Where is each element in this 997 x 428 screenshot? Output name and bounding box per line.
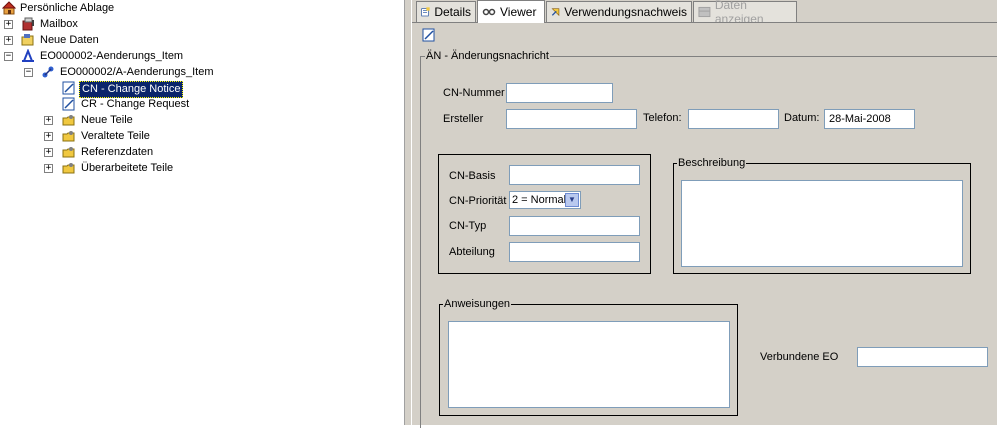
tree-item-label: Veraltete Teile <box>81 130 150 142</box>
beschreibung-textarea[interactable] <box>681 180 963 267</box>
expand-icon[interactable]: + <box>4 20 13 29</box>
cn-prioritaet-label: CN-Priorität <box>449 195 507 207</box>
collapse-icon[interactable]: − <box>24 68 33 77</box>
viewer-content: ÄN - Änderungsnachricht CN-Nummer Erstel… <box>414 23 997 428</box>
anweisungen-title: Anweisungen <box>443 298 512 311</box>
expand-icon[interactable]: + <box>44 116 53 125</box>
pseudo-folder-icon <box>62 147 75 158</box>
datum-label: Datum: <box>784 112 820 124</box>
expand-icon[interactable]: + <box>44 132 53 141</box>
expand-icon[interactable]: + <box>44 164 53 173</box>
form-icon <box>62 81 75 95</box>
ersteller-label: Ersteller <box>443 113 484 125</box>
tree-item-label: Neue Teile <box>81 114 133 126</box>
ersteller-field[interactable] <box>506 109 637 129</box>
main-group-title: ÄN - Änderungsnachricht <box>425 50 550 63</box>
revision-icon <box>42 66 54 78</box>
edit-icon[interactable] <box>422 28 436 42</box>
expand-icon[interactable]: + <box>44 148 53 157</box>
folder-icon <box>21 34 34 46</box>
telefon-label: Telefon: <box>643 112 682 124</box>
pseudo-folder-icon <box>62 163 75 174</box>
tree-item-label: Überarbeitete Teile <box>81 162 174 174</box>
datum-field[interactable]: 28-Mai-2008 <box>824 109 915 129</box>
abteilung-field[interactable] <box>509 242 640 262</box>
tree-item-label: EO000002/A-Aenderungs_Item <box>60 66 214 78</box>
tree-item-label: Persönliche Ablage <box>20 2 115 14</box>
tree-item-label: Referenzdaten <box>81 146 154 158</box>
tab-details[interactable]: Details <box>416 1 476 22</box>
cn-typ-label: CN-Typ <box>449 220 487 232</box>
show-data-icon <box>698 6 711 18</box>
cn-basis-field[interactable] <box>509 165 640 185</box>
form-icon <box>62 97 75 111</box>
tab-verwendungsnachweis[interactable]: Verwendungsnachweis <box>546 1 692 22</box>
verbundene-eo-field[interactable] <box>857 347 988 367</box>
change-item-icon <box>22 49 34 62</box>
where-used-icon <box>551 8 560 17</box>
detail-panel: Details Viewer Verwendungsnachweis Daten… <box>412 0 997 428</box>
anweisungen-group: Anweisungen <box>439 298 738 416</box>
tab-label: Verwendungsnachweis <box>564 5 687 19</box>
tree-item-label: Neue Daten <box>40 34 99 46</box>
tab-viewer[interactable]: Viewer <box>477 0 545 23</box>
tree-item-label: CN - Change Notice <box>79 81 184 98</box>
tab-label: Details <box>434 5 471 19</box>
cn-basis-label: CN-Basis <box>449 170 496 182</box>
pane-splitter[interactable] <box>404 0 412 425</box>
tree-panel: Persönliche Ablage + Mailbox + Neue Date… <box>0 0 404 425</box>
home-folder-icon <box>2 1 16 15</box>
mailbox-icon <box>22 17 34 31</box>
cn-prioritaet-value: 2 = Normal <box>512 194 567 206</box>
beschreibung-title: Beschreibung <box>677 157 747 170</box>
cn-prioritaet-select[interactable]: 2 = Normal ▼ <box>509 191 581 209</box>
telefon-field[interactable] <box>688 109 779 129</box>
chevron-down-icon[interactable]: ▼ <box>565 193 579 207</box>
cn-nummer-field[interactable] <box>506 83 613 103</box>
pseudo-folder-icon <box>62 131 75 142</box>
anweisungen-textarea[interactable] <box>448 321 730 408</box>
main-group: ÄN - Änderungsnachricht CN-Nummer Erstel… <box>420 50 997 428</box>
collapse-icon[interactable]: − <box>4 52 13 61</box>
cn-details-group: CN-Basis CN-Priorität 2 = Normal ▼ CN-Ty… <box>438 154 651 274</box>
beschreibung-group: Beschreibung <box>673 157 971 274</box>
verbundene-eo-label: Verbundene EO <box>760 351 839 363</box>
pseudo-folder-icon <box>62 115 75 126</box>
tab-label: Viewer <box>500 5 537 19</box>
cn-nummer-label: CN-Nummer <box>443 87 505 99</box>
tree-item-label: Mailbox <box>40 18 78 30</box>
cn-typ-field[interactable] <box>509 216 640 236</box>
tree-item-label: EO000002-Aenderungs_Item <box>40 50 184 62</box>
details-icon <box>421 7 430 17</box>
expand-icon[interactable]: + <box>4 36 13 45</box>
tree-item-label: CR - Change Request <box>81 98 190 110</box>
tab-daten-anzeigen[interactable]: Daten anzeigen <box>693 0 797 26</box>
viewer-icon <box>482 8 496 16</box>
abteilung-label: Abteilung <box>449 246 495 258</box>
